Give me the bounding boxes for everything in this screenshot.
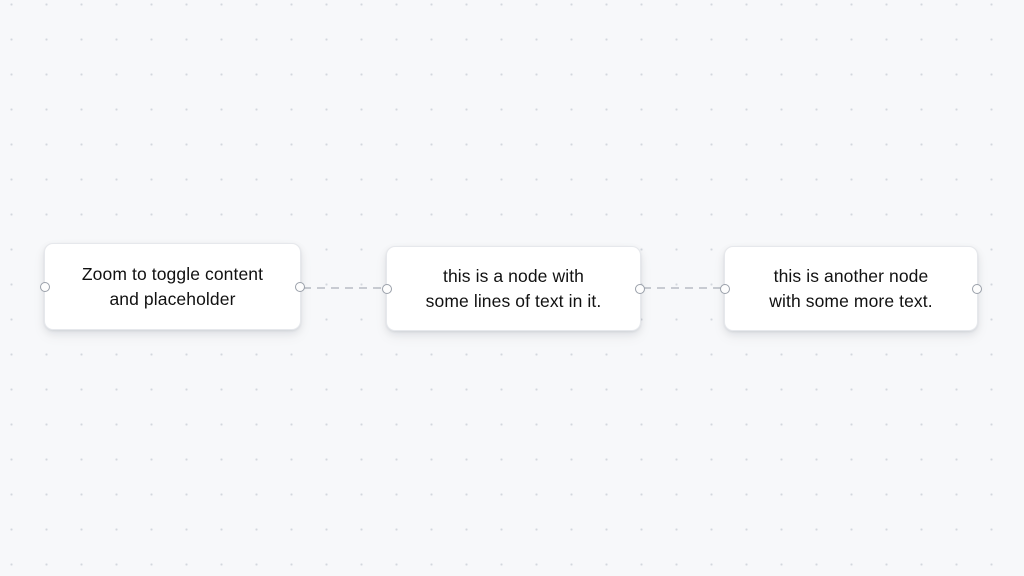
flow-canvas[interactable]: Zoom to toggle content and placeholder t… (0, 0, 1024, 576)
flow-node-1-label: Zoom to toggle content and placeholder (81, 263, 264, 309)
flow-node-3-label: this is another node with some more text… (769, 265, 933, 311)
handle-target-left-node-2[interactable] (382, 283, 392, 294)
handle-source-right-node-3[interactable] (972, 283, 982, 294)
flow-node-2[interactable]: this is a node with some lines of text i… (382, 246, 645, 331)
handle-target-left-node-1[interactable] (40, 281, 50, 292)
handle-source-right-node-2[interactable] (635, 283, 645, 294)
handle-target-left-node-3[interactable] (720, 283, 730, 294)
flow-node-2-label: this is a node with some lines of text i… (425, 265, 602, 311)
flow-node-3[interactable]: this is another node with some more text… (720, 246, 982, 331)
flow-node-1[interactable]: Zoom to toggle content and placeholder (40, 243, 305, 330)
handle-source-right-node-1[interactable] (295, 281, 305, 292)
